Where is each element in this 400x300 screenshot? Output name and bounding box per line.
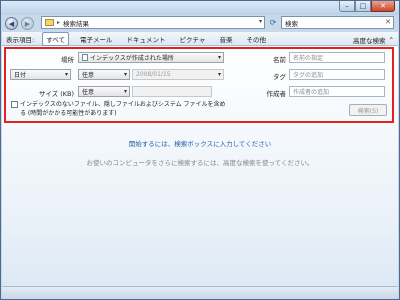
filter-tab-music[interactable]: 音楽 <box>216 33 235 45</box>
size-label: サイズ (KB) <box>38 90 74 98</box>
author-placeholder: 作成者の追加 <box>293 89 330 96</box>
name-label: 名前 <box>273 56 286 64</box>
status-bar <box>2 286 398 299</box>
address-dropdown-icon[interactable]: ▾ <box>259 18 262 25</box>
size-value-input[interactable] <box>132 86 212 97</box>
start-hint[interactable]: 開始するには、検索ボックスに入力してください <box>2 138 398 148</box>
filter-tab-documents[interactable]: ドキュメント <box>124 33 169 45</box>
search-input[interactable]: 検索 <box>285 18 298 28</box>
tag-input[interactable]: タグの追加 <box>289 69 385 80</box>
location-value: インデックスが作成された場所 <box>90 55 174 62</box>
name-placeholder: 名前の指定 <box>293 55 324 62</box>
name-input[interactable]: 名前の指定 <box>289 52 385 63</box>
author-label: 作成者 <box>266 90 287 98</box>
size-operator-select[interactable]: 任意 ▾ <box>78 86 130 97</box>
back-button[interactable]: ◀ <box>5 17 18 30</box>
chevron-up-icon: ⌃ <box>388 36 394 44</box>
advanced-search-hint: お使いのコンピュータをさらに検索するには、高度な検索を使ってください。 <box>86 159 314 167</box>
filter-label: 表示項目: <box>6 35 35 44</box>
close-button[interactable]: ✕ <box>371 1 395 12</box>
filter-toolbar: 表示項目: すべて 電子メール ドキュメント ピクチャ 音楽 その他 高度な検索… <box>2 31 398 46</box>
advanced-search-toggle[interactable]: 高度な検索 ⌃ <box>353 35 394 45</box>
advanced-search-label: 高度な検索 <box>353 37 386 45</box>
chevron-down-icon: ▾ <box>64 71 68 78</box>
caption-buttons: – □ ✕ <box>339 1 395 12</box>
navigation-bar: ◀ ▶ ▸ 検索結果 ▾ ⟳ 検索 ✕ <box>5 16 395 31</box>
forward-arrow-icon: ▶ <box>24 19 31 28</box>
address-path: 検索結果 <box>63 19 90 28</box>
author-input[interactable]: 作成者の追加 <box>289 86 385 97</box>
filter-tab-other[interactable]: その他 <box>243 33 269 45</box>
refresh-button[interactable]: ⟳ <box>267 16 279 29</box>
size-operator-value: 任意 <box>82 89 95 96</box>
date-value-picker[interactable]: 2008/01/15 ▾ <box>132 69 224 80</box>
date-type-select[interactable]: 日付 ▾ <box>10 69 71 80</box>
chevron-down-icon: ▾ <box>123 71 127 78</box>
location-label: 場所 <box>61 56 74 64</box>
maximize-icon: □ <box>359 2 367 10</box>
indexed-locations-icon <box>82 54 88 61</box>
forward-button[interactable]: ▶ <box>21 17 34 30</box>
date-operator-value: 任意 <box>82 72 95 79</box>
tag-label: タグ <box>273 73 286 81</box>
maximize-button[interactable]: □ <box>355 1 371 12</box>
filter-tab-all[interactable]: すべて <box>42 31 69 46</box>
search-button[interactable]: 検索(S) <box>349 104 387 116</box>
date-operator-select[interactable]: 任意 ▾ <box>78 69 130 80</box>
include-unindexed-label: インデックスのないファイル、隠しファイルおよびシステム ファイルを含める (時間… <box>20 101 226 117</box>
back-arrow-icon: ◀ <box>8 19 15 28</box>
search-folder-icon <box>45 19 54 26</box>
filter-tab-email[interactable]: 電子メール <box>77 33 116 45</box>
include-unindexed-checkbox[interactable] <box>11 101 18 108</box>
chevron-down-icon: ▾ <box>217 54 221 61</box>
close-icon: ✕ <box>380 2 386 10</box>
advanced-search-panel: 場所 インデックスが作成された場所 ▾ 日付 ▾ 任意 ▾ 2008/01/15… <box>4 47 394 123</box>
clear-search-icon[interactable]: ✕ <box>385 18 391 26</box>
explorer-window: – □ ✕ ◀ ▶ ▸ 検索結果 ▾ ⟳ 検索 ✕ 表示項目: すべて 電子メー… <box>0 0 400 300</box>
minimize-icon: – <box>345 2 349 10</box>
filter-tab-pictures[interactable]: ピクチャ <box>177 33 209 45</box>
title-bar[interactable]: – □ ✕ <box>1 1 399 15</box>
chevron-down-icon: ▾ <box>217 71 221 78</box>
date-type-value: 日付 <box>14 72 27 79</box>
address-bar[interactable]: ▸ 検索結果 ▾ <box>41 16 265 29</box>
search-results-pane: 場所 インデックスが作成された場所 ▾ 日付 ▾ 任意 ▾ 2008/01/15… <box>2 46 398 286</box>
search-box[interactable]: 検索 ✕ <box>281 16 394 29</box>
tag-placeholder: タグの追加 <box>293 72 324 79</box>
date-value: 2008/01/15 <box>136 71 171 78</box>
chevron-right-icon[interactable]: ▸ <box>57 19 60 26</box>
chevron-down-icon: ▾ <box>123 88 127 95</box>
refresh-icon: ⟳ <box>269 18 277 27</box>
minimize-button[interactable]: – <box>339 1 355 12</box>
location-select[interactable]: インデックスが作成された場所 ▾ <box>78 52 224 63</box>
